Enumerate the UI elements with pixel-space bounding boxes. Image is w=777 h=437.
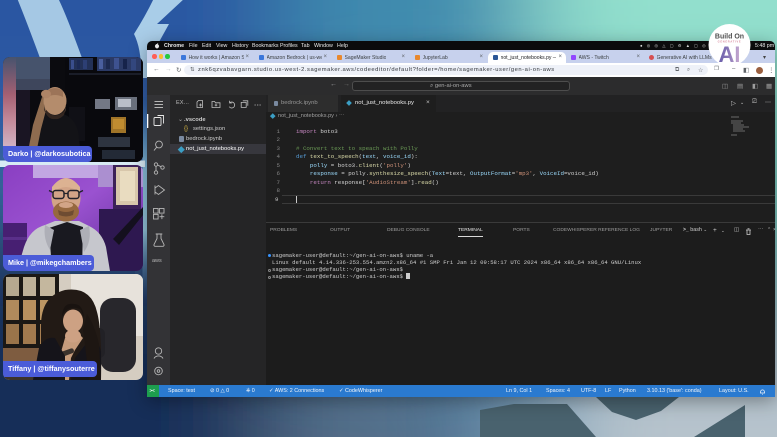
svg-text:AI: AI xyxy=(719,42,741,67)
svg-text:Build On: Build On xyxy=(715,34,744,41)
svg-text:aws: aws xyxy=(152,258,162,264)
